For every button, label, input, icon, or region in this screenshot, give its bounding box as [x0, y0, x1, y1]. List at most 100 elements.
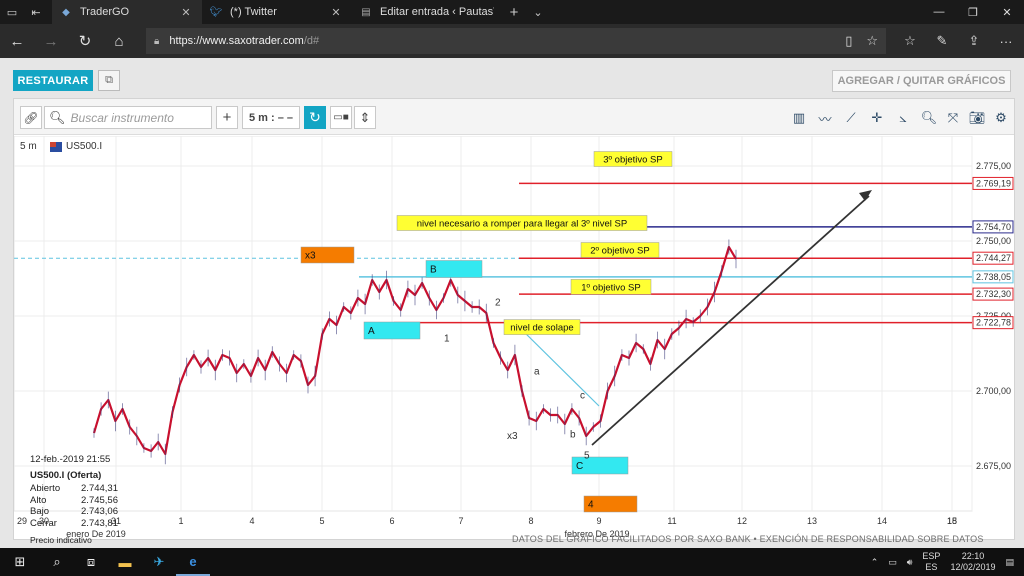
- annotation-label: 4: [588, 500, 594, 511]
- chart-svg[interactable]: 29 30 31 1 4 5 6 7 8 9 11 12 13 14 1518enero De 2019 fe…: [14, 136, 1014, 540]
- favorite-star-icon[interactable]: ☆: [866, 33, 878, 49]
- volume-icon[interactable]: 🔊︎: [907, 557, 913, 568]
- price-chart[interactable]: 29 30 31 1 4 5 6 7 8 9 11 12 13 14 15 18 enero De 2019 fe…: [14, 136, 1014, 545]
- refresh-icon[interactable]: ↻: [68, 24, 102, 58]
- info-label: Bajo: [30, 506, 50, 517]
- zoom-icon[interactable]: 🔍︎: [918, 107, 940, 129]
- x-tick-label: 4: [249, 516, 254, 526]
- wave-label: 5: [584, 451, 590, 462]
- price-level-label: 2.738,05: [976, 272, 1011, 282]
- trader-page: RESTAURAR ⧉ AGREGAR / QUITAR GRÁFICOS 🔗︎…: [0, 58, 1024, 548]
- ohlc-info-panel: 12-feb.-2019 21:55 US500.I (Oferta) Abie…: [30, 454, 118, 547]
- info-label: Abierto: [30, 483, 61, 494]
- network-icon[interactable]: ▭: [888, 557, 897, 568]
- language-indicator[interactable]: ESP ES: [922, 551, 940, 573]
- y-tick-label: 2.675,00: [976, 461, 1011, 471]
- annotation-label: 1º objetivo SP: [581, 282, 640, 293]
- annotation-label: nivel necesario a romper para llegar al …: [417, 219, 627, 230]
- telegram-icon[interactable]: ✈: [142, 548, 176, 576]
- tab-editar-entrada[interactable]: ▤ Editar entrada ‹ PautasTerm: [352, 0, 502, 24]
- tab-overview-icon[interactable]: ▭: [0, 0, 24, 24]
- camera-icon[interactable]: 📷︎: [966, 107, 988, 129]
- candles-icon[interactable]: ▥: [788, 107, 810, 129]
- chart-type-icon[interactable]: ▭■: [330, 106, 352, 129]
- info-value: 2.743,06: [81, 506, 118, 517]
- close-icon[interactable]: ✕: [328, 6, 344, 19]
- wave-label: x3: [507, 431, 518, 442]
- annotation-label: B: [430, 265, 437, 276]
- link-icon[interactable]: 🔗︎: [20, 106, 42, 129]
- more-icon[interactable]: ···: [990, 24, 1022, 58]
- notifications-icon[interactable]: ▤: [1005, 557, 1014, 568]
- restore-button[interactable]: RESTAURAR: [13, 70, 93, 91]
- tray-chevron-icon[interactable]: ⌃: [871, 557, 879, 568]
- forward-arrow-icon[interactable]: →: [34, 24, 68, 58]
- file-explorer-icon[interactable]: ▬: [108, 548, 142, 576]
- restore-window-icon[interactable]: ❐: [956, 0, 990, 24]
- twitter-icon: 🐦︎: [209, 6, 223, 18]
- info-value: 2.744,31: [81, 483, 118, 494]
- add-icon[interactable]: +: [216, 106, 238, 129]
- x-tick-label: 6: [389, 516, 394, 526]
- annotation-label: x3: [305, 251, 316, 262]
- add-remove-charts-button[interactable]: AGREGAR / QUITAR GRÁFICOS: [832, 70, 1011, 92]
- clock[interactable]: 22:10 12/02/2019: [950, 551, 995, 573]
- x-tick-label: 13: [807, 516, 817, 526]
- us-flag-icon: [50, 141, 62, 152]
- info-label: Cerrar: [30, 517, 57, 529]
- url-field[interactable]: 🔒︎ https://www.saxotrader.com/d# ▯ ☆: [146, 28, 886, 54]
- x-tick-label: 5: [319, 516, 324, 526]
- gear-icon[interactable]: ⚙: [990, 107, 1012, 129]
- price-level-label: 2.722,78: [976, 318, 1011, 328]
- windows-start-icon[interactable]: ⊞: [0, 548, 40, 576]
- fit-icon[interactable]: ⤧: [942, 107, 964, 129]
- chevron-down-icon[interactable]: ⌄: [526, 0, 550, 24]
- back-tabs-icon[interactable]: ⇤: [24, 0, 48, 24]
- close-window-icon[interactable]: ✕: [990, 0, 1024, 24]
- chart-data-watermark: DATOS DEL GRÁFICO FACILITADOS POR SAXO B…: [512, 534, 984, 544]
- annotation-label: C: [576, 461, 583, 472]
- edge-icon[interactable]: e: [176, 548, 210, 576]
- home-icon[interactable]: ⌂: [102, 24, 136, 58]
- annotation-label: nivel de solape: [510, 323, 573, 334]
- y-tick-label: 2.775,00: [976, 161, 1011, 171]
- pen-icon[interactable]: ✎: [926, 24, 958, 58]
- annotation-label: A: [368, 326, 375, 337]
- x-tick-label: 12: [737, 516, 747, 526]
- minimize-icon[interactable]: —: [922, 0, 956, 24]
- refresh-chart-icon[interactable]: ↻: [304, 106, 326, 129]
- new-tab-icon[interactable]: +: [502, 0, 526, 24]
- instrument-search[interactable]: 🔍︎: [44, 106, 212, 129]
- task-view-icon[interactable]: ⧈: [74, 548, 108, 576]
- close-icon[interactable]: ✕: [178, 6, 194, 19]
- favorites-icon[interactable]: ☆: [894, 24, 926, 58]
- tab-twitter[interactable]: 🐦︎ (*) Twitter ✕: [202, 0, 352, 24]
- wave-label: 1: [444, 334, 450, 345]
- crosshair-icon[interactable]: ✛: [866, 107, 888, 129]
- info-value: 2.743,81: [81, 517, 118, 529]
- drawing-icon[interactable]: ⦣: [892, 107, 914, 129]
- back-arrow-icon[interactable]: ←: [0, 24, 34, 58]
- x-tick-label: 8: [528, 516, 533, 526]
- plot-background: [14, 136, 973, 512]
- price-level-label: 2.732,30: [976, 289, 1011, 299]
- y-tick-label: 2.750,00: [976, 236, 1011, 246]
- tab-tradergo[interactable]: ◆ TraderGO ✕: [52, 0, 202, 24]
- wave-label: c: [580, 391, 585, 402]
- indicators-icon[interactable]: 〰: [814, 107, 836, 129]
- popout-icon[interactable]: ⧉: [98, 70, 120, 91]
- price-level-label: 2.769,19: [976, 178, 1011, 188]
- lock-icon: 🔒︎: [154, 35, 160, 47]
- reading-view-icon[interactable]: ▯: [845, 33, 852, 49]
- share-icon[interactable]: ⇪: [958, 24, 990, 58]
- timeframe-button[interactable]: 5 m : – –: [242, 106, 300, 129]
- trendline-icon[interactable]: ⟋: [840, 107, 862, 129]
- search-input[interactable]: [70, 110, 211, 125]
- search-icon[interactable]: ⌕: [40, 548, 74, 576]
- crosshair-split-icon[interactable]: ⇕: [354, 106, 376, 129]
- info-label: Alto: [30, 494, 47, 506]
- info-footer: Precio indicativo: [30, 535, 92, 545]
- info-value: 2.745,56: [81, 494, 118, 506]
- browser-address-bar: ← → ↻ ⌂ 🔒︎ https://www.saxotrader.com/d#…: [0, 24, 1024, 58]
- wave-label: 2: [495, 298, 501, 309]
